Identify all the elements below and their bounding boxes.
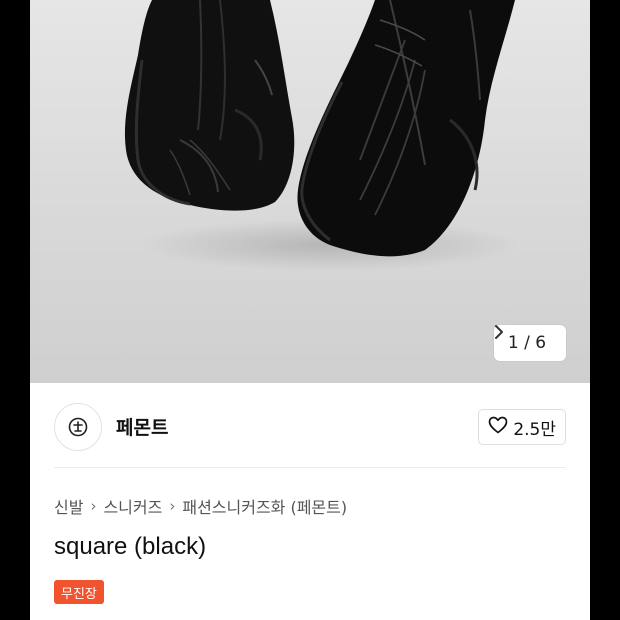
like-count: 2.5만 bbox=[513, 419, 556, 440]
store-badge: 무진장 bbox=[54, 580, 104, 604]
breadcrumb-item[interactable]: 스니커즈 bbox=[103, 494, 162, 518]
chevron-right-icon: › bbox=[90, 497, 97, 515]
image-counter[interactable]: 1 / 6 bbox=[494, 325, 566, 361]
brand-logo-icon[interactable] bbox=[54, 403, 102, 451]
image-counter-text: 1 / 6 bbox=[507, 333, 547, 353]
like-button[interactable]: 2.5만 bbox=[478, 409, 566, 445]
breadcrumb: 신발 › 스니커즈 › 패션스니커즈화 (페몬트) bbox=[54, 494, 347, 518]
brand-row: 페몬트 2.5만 bbox=[54, 402, 566, 452]
breadcrumb-item[interactable]: 신발 bbox=[54, 494, 83, 518]
divider bbox=[54, 467, 566, 468]
breadcrumb-item[interactable]: 패션스니커즈화 (페몬트) bbox=[182, 494, 347, 518]
chevron-right-icon: › bbox=[169, 497, 176, 515]
brand-name[interactable]: 페몬트 bbox=[116, 413, 168, 440]
heart-icon bbox=[488, 416, 508, 439]
product-page: 1 / 6 페몬트 2.5만 신발 › 스니커즈 › 패션스니커즈화 (페몬트)… bbox=[30, 0, 590, 620]
product-title: square (black) bbox=[54, 533, 207, 560]
product-image-gallery[interactable]: 1 / 6 bbox=[30, 0, 590, 383]
